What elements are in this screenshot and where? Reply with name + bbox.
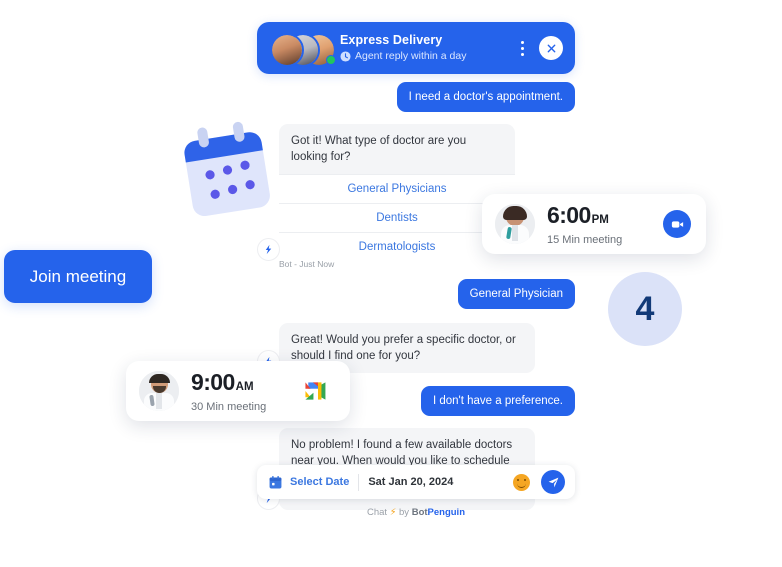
select-date-button[interactable]: Select Date [290, 476, 349, 488]
badge-count: 4 [635, 289, 655, 328]
smiley-icon[interactable] [513, 473, 530, 491]
online-status-dot [326, 55, 336, 65]
user-message-bubble: I don't have a preference. [420, 386, 575, 416]
kebab-menu-icon[interactable] [511, 35, 533, 61]
zoom-icon[interactable] [663, 210, 691, 238]
video-camera-glyph [671, 220, 683, 228]
meeting-meridiem: PM [591, 213, 609, 226]
notification-badge: 4 [608, 272, 682, 346]
join-meeting-label: Join meeting [29, 266, 127, 286]
option-general-physicians[interactable]: General Physicians [279, 174, 515, 203]
brand-prefix: Chat [366, 507, 388, 518]
meeting-meridiem: AM [235, 380, 254, 393]
brand-footer: Chat ⚡ by BotPenguin [257, 507, 575, 518]
agent-avatar-group [270, 31, 336, 67]
composer-divider [358, 473, 360, 491]
chat-header: Express Delivery Agent reply within a da… [257, 22, 575, 74]
page-title: Express Delivery [340, 33, 443, 47]
meeting-duration: 15 Min meeting [547, 233, 623, 246]
brand-name-second: Penguin [427, 507, 466, 518]
bot-avatar [257, 238, 280, 261]
meeting-info: 9:00AM 30 Min meeting [191, 368, 303, 413]
meeting-duration: 30 Min meeting [191, 400, 267, 413]
message-row: I need a doctor's appointment. [257, 82, 575, 112]
bolt-icon: ⚡ [389, 507, 397, 518]
meeting-info: 6:00PM 15 Min meeting [547, 201, 663, 246]
close-icon[interactable] [539, 36, 563, 60]
message-list: I need a doctor's appointment. Got it! W… [257, 82, 575, 520]
header-text: Express Delivery Agent reply within a da… [340, 33, 511, 63]
brand-name-first: Bot [411, 507, 428, 518]
message-row: General Physician [257, 279, 575, 309]
female-doctor-avatar [495, 204, 535, 244]
clock-icon [340, 50, 351, 62]
join-meeting-button[interactable]: Join meeting [4, 250, 152, 303]
chat-widget: Express Delivery Agent reply within a da… [257, 22, 575, 546]
option-dermatologists[interactable]: Dermatologists [279, 232, 515, 261]
meeting-time: 6:00PM [547, 201, 609, 228]
brand-by: by [399, 507, 410, 518]
botpenguin-icon [265, 244, 272, 255]
meeting-time: 9:00AM [191, 368, 254, 395]
user-message-bubble: I need a doctor's appointment. [396, 82, 575, 112]
meeting-card-600pm[interactable]: 6:00PM 15 Min meeting [482, 194, 706, 254]
header-subtitle: Agent reply within a day [340, 49, 511, 63]
google-meet-icon[interactable] [303, 379, 333, 403]
meeting-card-900am[interactable]: 9:00AM 30 Min meeting [126, 361, 350, 421]
options-card: Got it! What type of doctor are you look… [279, 124, 515, 261]
send-glyph [548, 477, 558, 487]
bot-message-bubble: Got it! What type of doctor are you look… [279, 124, 515, 174]
avatar [270, 33, 304, 67]
date-input[interactable]: Sat Jan 20, 2024 [368, 476, 513, 488]
send-icon[interactable] [541, 470, 565, 494]
user-message-bubble: General Physician [457, 279, 575, 309]
calendar-illustration-icon [184, 121, 270, 217]
composer-bar: Select Date Sat Jan 20, 2024 [257, 465, 575, 499]
close-glyph [547, 44, 555, 52]
header-subtitle-text: Agent reply within a day [355, 50, 467, 62]
calendar-icon[interactable] [268, 475, 283, 490]
male-doctor-avatar [139, 371, 179, 411]
option-dentists[interactable]: Dentists [279, 203, 515, 232]
